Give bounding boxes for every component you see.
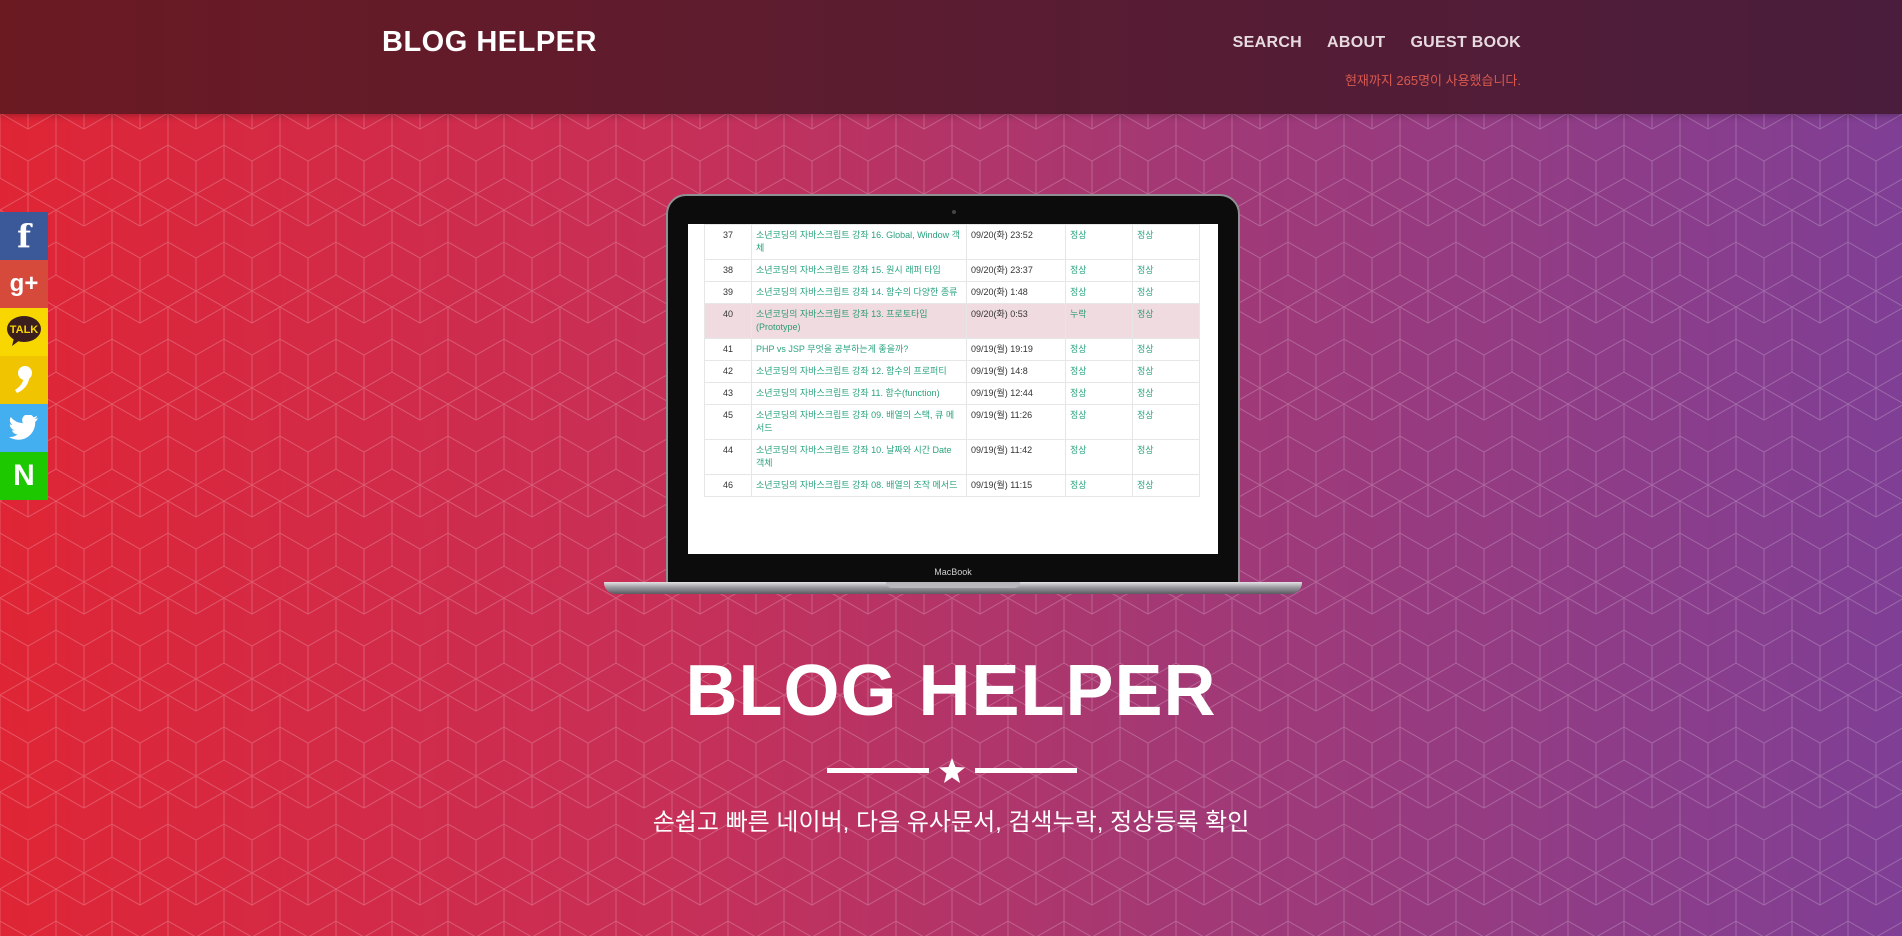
- kakaostory-icon: [15, 366, 32, 393]
- post-date: 09/19(월) 11:15: [966, 474, 1066, 497]
- post-title-link[interactable]: 소년코딩의 자바스크립트 강좌 13. 프로토타입 (Prototype): [751, 303, 967, 339]
- table-row: 44 소년코딩의 자바스크립트 강좌 10. 날짜와 시간 Date 객체 09/1…: [704, 439, 1200, 475]
- post-date: 09/20(화) 23:37: [966, 259, 1066, 282]
- laptop-notch: [886, 582, 1020, 588]
- daum-status: 정상: [1132, 360, 1200, 383]
- row-number: 39: [704, 281, 752, 304]
- post-date: 09/20(화) 1:48: [966, 281, 1066, 304]
- naver-icon: N: [13, 459, 35, 492]
- kakaotalk-icon: TALK: [7, 316, 41, 346]
- nav-about-link[interactable]: ABOUT: [1327, 34, 1385, 52]
- table-row: 40 소년코딩의 자바스크립트 강좌 13. 프로토타입 (Prototype) 0…: [704, 303, 1200, 339]
- row-number: 43: [704, 382, 752, 405]
- star-icon: [939, 758, 965, 783]
- google-plus-icon: g+: [9, 270, 39, 297]
- row-number: 45: [704, 404, 752, 440]
- post-date: 09/20(화) 23:52: [966, 224, 1066, 260]
- post-title-link[interactable]: PHP vs JSP 무엇을 공부하는게 좋을까?: [751, 338, 967, 361]
- facebook-share-button[interactable]: f: [0, 212, 48, 260]
- visitor-counter: 현재까지 265명이 사용했습니다.: [1344, 73, 1521, 88]
- table-row: 45 소년코딩의 자바스크립트 강좌 09. 배열의 스택, 큐 메서드 09/19…: [704, 404, 1200, 440]
- table-row: 42 소년코딩의 자바스크립트 강좌 12. 함수의 프로퍼티 09/19(월) 1…: [704, 360, 1200, 383]
- laptop-display: 37 소년코딩의 자바스크립트 강좌 16. Global, Window 객체 0…: [688, 224, 1218, 554]
- daum-status: 정상: [1132, 474, 1200, 497]
- main-nav: SEARCH ABOUT GUEST BOOK: [1233, 34, 1521, 52]
- row-number: 38: [704, 259, 752, 282]
- naver-status: 정상: [1065, 404, 1133, 440]
- post-date: 09/19(월) 12:44: [966, 382, 1066, 405]
- divider-line-left: [827, 768, 929, 773]
- post-title-link[interactable]: 소년코딩의 자바스크립트 강좌 10. 날짜와 시간 Date 객체: [751, 439, 967, 475]
- post-title-link[interactable]: 소년코딩의 자바스크립트 강좌 16. Global, Window 객체: [751, 224, 967, 260]
- daum-status: 정상: [1132, 281, 1200, 304]
- post-title-link[interactable]: 소년코딩의 자바스크립트 강좌 08. 배열의 조작 메서드: [751, 474, 967, 497]
- hero-title: BLOG HELPER: [685, 651, 1217, 731]
- kakaotalk-share-button[interactable]: TALK: [0, 308, 48, 356]
- facebook-icon: f: [17, 217, 31, 255]
- post-date: 09/19(월) 19:19: [966, 338, 1066, 361]
- naver-status: 정상: [1065, 259, 1133, 282]
- naver-status: 정상: [1065, 439, 1133, 475]
- daum-status: 정상: [1132, 338, 1200, 361]
- nav-guestbook-link[interactable]: GUEST BOOK: [1410, 34, 1521, 52]
- row-number: 41: [704, 338, 752, 361]
- daum-status: 정상: [1132, 303, 1200, 339]
- svg-text:TALK: TALK: [10, 324, 39, 336]
- social-share-bar: f g+ TALK N: [0, 212, 48, 500]
- row-number: 37: [704, 224, 752, 260]
- divider-line-right: [975, 768, 1077, 773]
- table-row: 41 PHP vs JSP 무엇을 공부하는게 좋을까? 09/19(월) 19:1…: [704, 338, 1200, 361]
- naver-share-button[interactable]: N: [0, 452, 48, 500]
- macbook-mockup: 37 소년코딩의 자바스크립트 강좌 16. Global, Window 객체 0…: [604, 194, 1302, 596]
- hero-tagline: 손쉽고 빠른 네이버, 다음 유사문서, 검색누락, 정상등록 확인: [652, 809, 1250, 836]
- brand-logo-link[interactable]: BLOG HELPER: [382, 26, 597, 59]
- naver-status: 정상: [1065, 474, 1133, 497]
- row-number: 42: [704, 360, 752, 383]
- twitter-icon: [9, 415, 38, 440]
- daum-status: 정상: [1132, 224, 1200, 260]
- table-row: 39 소년코딩의 자바스크립트 강좌 14. 함수의 다양한 종류 09/20(화)…: [704, 281, 1200, 304]
- table-row: 46 소년코딩의 자바스크립트 강좌 08. 배열의 조작 메서드 09/19(월)…: [704, 474, 1200, 497]
- post-date: 09/19(월) 11:26: [966, 404, 1066, 440]
- star-divider: [827, 757, 1077, 785]
- post-title-link[interactable]: 소년코딩의 자바스크립트 강좌 11. 함수(function): [751, 382, 967, 405]
- laptop-brand-label: MacBook: [934, 567, 972, 577]
- twitter-share-button[interactable]: [0, 404, 48, 452]
- site-header: BLOG HELPER SEARCH ABOUT GUEST BOOK 현재까지…: [0, 0, 1902, 114]
- kakaostory-share-button[interactable]: [0, 356, 48, 404]
- daum-status: 정상: [1132, 259, 1200, 282]
- naver-status: 정상: [1065, 360, 1133, 383]
- post-title-link[interactable]: 소년코딩의 자바스크립트 강좌 09. 배열의 스택, 큐 메서드: [751, 404, 967, 440]
- post-date: 09/20(화) 0:53: [966, 303, 1066, 339]
- naver-status: 정상: [1065, 382, 1133, 405]
- post-date: 09/19(월) 14:8: [966, 360, 1066, 383]
- daum-status: 정상: [1132, 382, 1200, 405]
- row-number: 40: [704, 303, 752, 339]
- naver-status: 정상: [1065, 338, 1133, 361]
- daum-status: 정상: [1132, 439, 1200, 475]
- post-title-link[interactable]: 소년코딩의 자바스크립트 강좌 12. 함수의 프로퍼티: [751, 360, 967, 383]
- naver-status: 정상: [1065, 281, 1133, 304]
- row-number: 44: [704, 439, 752, 475]
- post-status-table: 37 소년코딩의 자바스크립트 강좌 16. Global, Window 객체 0…: [704, 224, 1200, 497]
- laptop-camera: [952, 210, 956, 214]
- naver-status: 정상: [1065, 224, 1133, 260]
- table-row: 43 소년코딩의 자바스크립트 강좌 11. 함수(function) 09/19(…: [704, 382, 1200, 405]
- google-plus-share-button[interactable]: g+: [0, 260, 48, 308]
- daum-status: 정상: [1132, 404, 1200, 440]
- row-number: 46: [704, 474, 752, 497]
- post-title-link[interactable]: 소년코딩의 자바스크립트 강좌 14. 함수의 다양한 종류: [751, 281, 967, 304]
- nav-search-link[interactable]: SEARCH: [1233, 34, 1302, 52]
- post-title-link[interactable]: 소년코딩의 자바스크립트 강좌 15. 원시 래퍼 타입: [751, 259, 967, 282]
- table-row: 37 소년코딩의 자바스크립트 강좌 16. Global, Window 객체 0…: [704, 224, 1200, 260]
- post-date: 09/19(월) 11:42: [966, 439, 1066, 475]
- table-row: 38 소년코딩의 자바스크립트 강좌 15. 원시 래퍼 타입 09/20(화) 2…: [704, 259, 1200, 282]
- naver-status: 누락: [1065, 303, 1133, 339]
